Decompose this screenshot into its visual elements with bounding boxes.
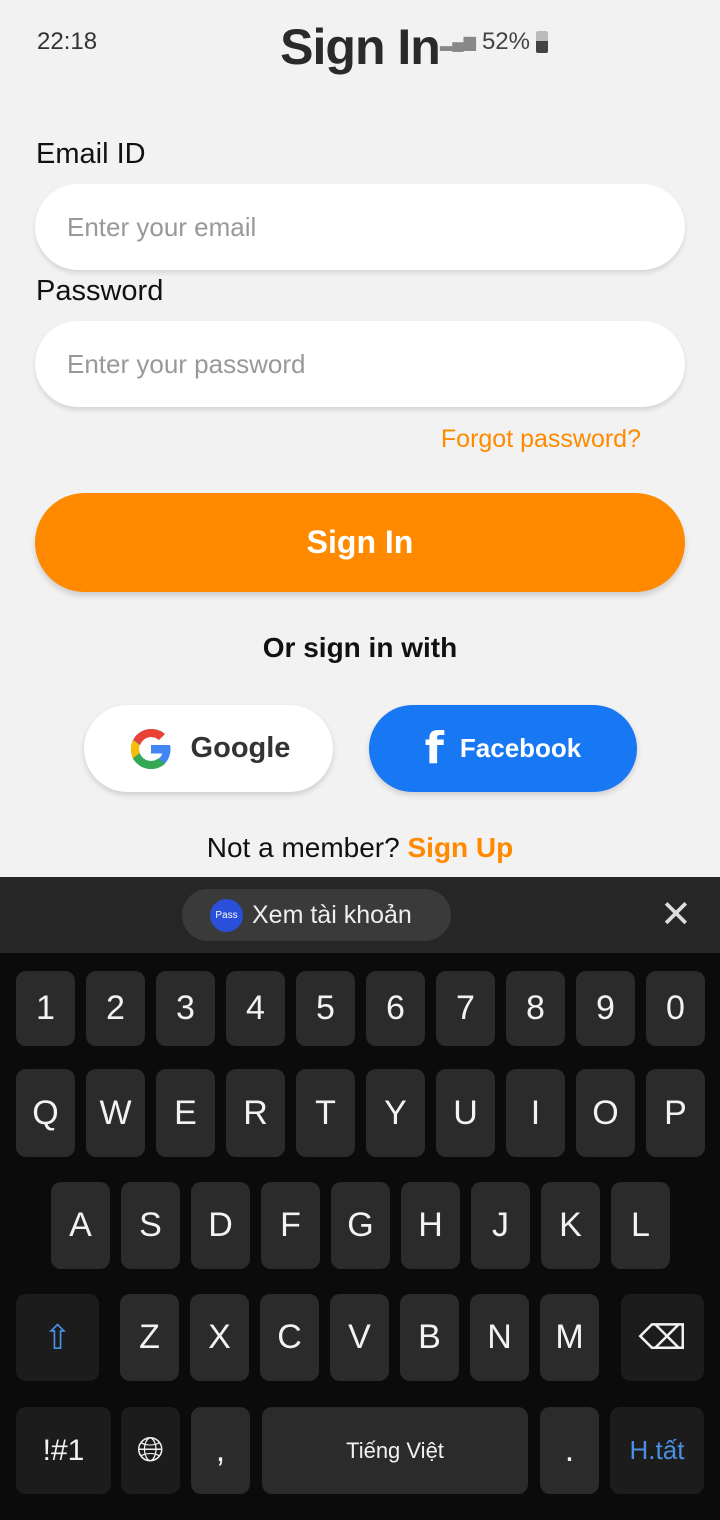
key-7[interactable]: 7: [436, 971, 495, 1046]
battery-icon: [536, 31, 548, 53]
key-x[interactable]: X: [190, 1294, 249, 1381]
key-3[interactable]: 3: [156, 971, 215, 1046]
pass-suggestion[interactable]: Pass Xem tài khoản: [182, 889, 451, 941]
key-o[interactable]: O: [576, 1069, 635, 1157]
suggestion-label: Xem tài khoản: [252, 900, 412, 929]
done-key[interactable]: H.tất: [610, 1407, 704, 1494]
key-h[interactable]: H: [401, 1182, 460, 1269]
key-y[interactable]: Y: [366, 1069, 425, 1157]
key-n[interactable]: N: [470, 1294, 529, 1381]
google-button[interactable]: Google: [84, 705, 333, 792]
comma-key[interactable]: ,: [191, 1407, 250, 1494]
facebook-icon: f: [424, 723, 444, 774]
key-v[interactable]: V: [330, 1294, 389, 1381]
space-key[interactable]: Tiếng Việt: [262, 1407, 528, 1494]
key-f[interactable]: F: [261, 1182, 320, 1269]
globe-icon: 🌐︎: [136, 1431, 165, 1469]
password-field[interactable]: Enter your password: [35, 321, 685, 407]
language-key[interactable]: 🌐︎: [121, 1407, 180, 1494]
sign-in-button[interactable]: Sign In: [35, 493, 685, 592]
key-a[interactable]: A: [51, 1182, 110, 1269]
key-4[interactable]: 4: [226, 971, 285, 1046]
key-w[interactable]: W: [86, 1069, 145, 1157]
battery-percent: 52%: [481, 28, 530, 55]
shift-key[interactable]: ⇧: [16, 1294, 99, 1381]
key-0[interactable]: 0: [646, 971, 705, 1046]
key-b[interactable]: B: [400, 1294, 459, 1381]
suggestion-bar: Pass Xem tài khoản ✕: [0, 877, 720, 953]
key-m[interactable]: M: [540, 1294, 599, 1381]
period-key[interactable]: .: [540, 1407, 599, 1494]
email-label: Email ID: [36, 138, 146, 170]
email-field[interactable]: Enter your email: [35, 184, 685, 270]
key-6[interactable]: 6: [366, 971, 425, 1046]
symbols-key[interactable]: !#1: [16, 1407, 111, 1494]
key-q[interactable]: Q: [16, 1069, 75, 1157]
sign-up-link[interactable]: Sign Up: [407, 832, 513, 863]
status-icons: ▂▄▆ 52%: [440, 28, 548, 56]
not-member-text: Not a member?: [206, 832, 400, 863]
key-e[interactable]: E: [156, 1069, 215, 1157]
key-s[interactable]: S: [121, 1182, 180, 1269]
google-label: Google: [190, 732, 291, 764]
pass-icon: Pass: [210, 898, 243, 932]
facebook-button[interactable]: f Facebook: [369, 705, 637, 792]
key-t[interactable]: T: [296, 1069, 355, 1157]
key-d[interactable]: D: [191, 1182, 250, 1269]
key-z[interactable]: Z: [120, 1294, 179, 1381]
signup-prompt: Not a member? Sign Up: [0, 832, 720, 864]
close-icon[interactable]: ✕: [660, 895, 692, 935]
key-k[interactable]: K: [541, 1182, 600, 1269]
page-title: Sign In: [280, 19, 441, 75]
key-i[interactable]: I: [506, 1069, 565, 1157]
key-8[interactable]: 8: [506, 971, 565, 1046]
key-1[interactable]: 1: [16, 971, 75, 1046]
key-u[interactable]: U: [436, 1069, 495, 1157]
key-p[interactable]: P: [646, 1069, 705, 1157]
google-icon: [130, 728, 171, 769]
backspace-key[interactable]: ⌫: [621, 1294, 704, 1381]
key-r[interactable]: R: [226, 1069, 285, 1157]
facebook-label: Facebook: [459, 733, 582, 763]
or-sign-in-with: Or sign in with: [262, 632, 458, 663]
password-label: Password: [36, 275, 164, 307]
key-j[interactable]: J: [471, 1182, 530, 1269]
key-l[interactable]: L: [611, 1182, 670, 1269]
forgot-password-link[interactable]: Forgot password?: [441, 425, 641, 454]
key-9[interactable]: 9: [576, 971, 635, 1046]
backspace-icon: ⌫: [638, 1318, 687, 1357]
signal-icon: ▂▄▆: [440, 34, 476, 51]
key-g[interactable]: G: [331, 1182, 390, 1269]
key-5[interactable]: 5: [296, 971, 355, 1046]
key-2[interactable]: 2: [86, 971, 145, 1046]
keyboard: Pass Xem tài khoản ✕ 1234567890QWERTYUIOP…: [0, 877, 720, 1520]
key-c[interactable]: C: [260, 1294, 319, 1381]
shift-icon: ⇧: [43, 1318, 72, 1357]
